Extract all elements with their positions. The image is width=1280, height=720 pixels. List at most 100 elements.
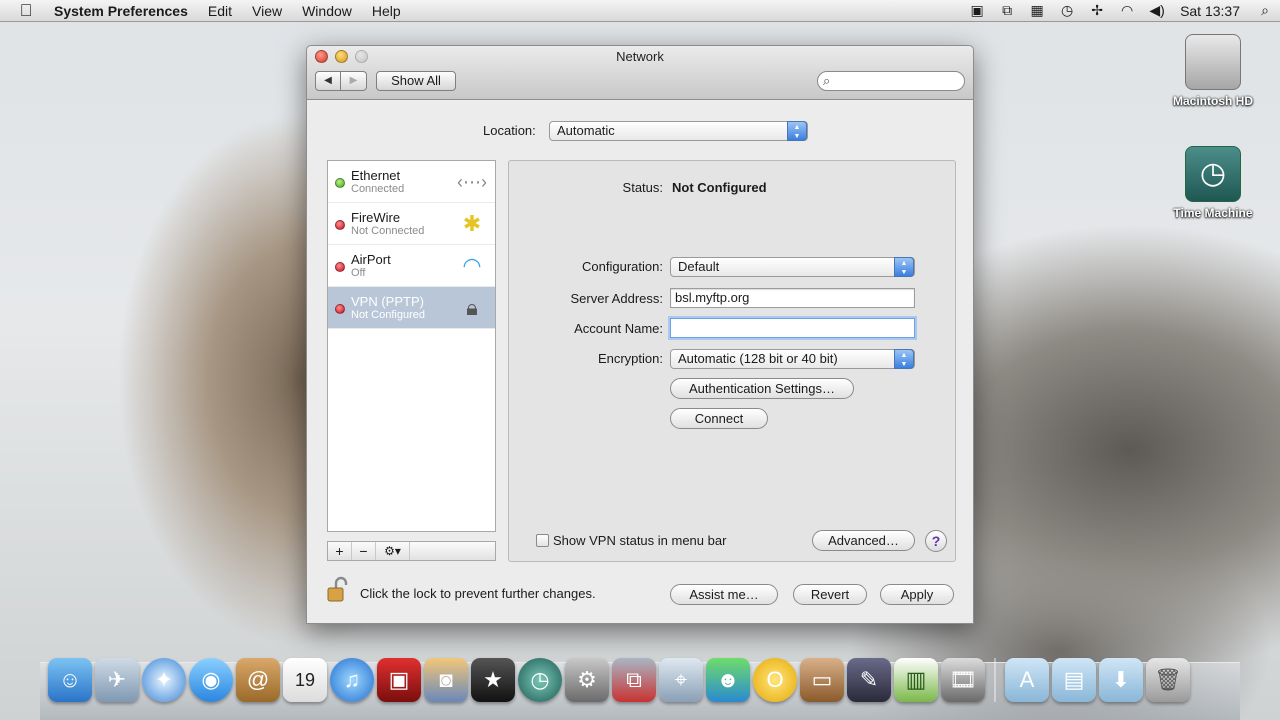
time-machine-icon[interactable]: ◷	[518, 658, 562, 702]
authentication-settings-button[interactable]: Authentication Settings…	[670, 378, 854, 399]
wifi-icon: ◠	[462, 253, 482, 278]
assist-me-button[interactable]: Assist me…	[670, 584, 778, 605]
dock-items: ☺ ✈ ✦ ◉ @ 19 ♫ ▣ ◙ ★ ◷ ⚙ ⧉ ⌖ ☻ O ▭ ✎ ▥ 🎞…	[48, 658, 1190, 702]
dock-separator	[994, 658, 996, 702]
service-item-ethernet[interactable]: Ethernet Connected ‹⋯›	[328, 161, 495, 203]
documents-folder-icon[interactable]: ▤	[1052, 658, 1096, 702]
window-titlebar[interactable]: Network ◀ ▶ Show All ⌕	[307, 46, 973, 100]
hard-drive-icon	[1185, 34, 1241, 90]
status-dot-red	[335, 304, 345, 314]
vmware-icon[interactable]: ⧉	[612, 658, 656, 702]
iphoto-icon[interactable]: ◙	[424, 658, 468, 702]
forward-arrow-icon[interactable]: ▶	[341, 71, 367, 91]
ichat-icon[interactable]: ◉	[189, 658, 233, 702]
photo-booth-icon[interactable]: ▣	[377, 658, 421, 702]
desktop-icon-time-machine[interactable]: ◷ Time Machine	[1158, 146, 1268, 220]
popup-arrows-icon: ▲ ▼	[787, 121, 807, 141]
address-book-icon[interactable]: @	[236, 658, 280, 702]
grid-icon[interactable]: ▦	[1022, 2, 1052, 19]
popup-arrows-icon: ▲ ▼	[894, 349, 914, 369]
menu-edit[interactable]: Edit	[198, 0, 242, 22]
video-converter-icon[interactable]: 🎞︎	[941, 658, 985, 702]
popup-arrows-icon: ▲ ▼	[894, 257, 914, 277]
location-label: Location:	[483, 123, 536, 138]
desktop-icon-label: Macintosh HD	[1172, 94, 1253, 108]
remove-service-button[interactable]: −	[352, 542, 376, 560]
back-arrow-icon[interactable]: ◀	[315, 71, 341, 91]
calendar-icon[interactable]: 19	[283, 658, 327, 702]
menu-app-name[interactable]: System Preferences	[52, 0, 198, 22]
service-list-toolbar: + − ⚙▾	[327, 541, 496, 561]
search-input[interactable]	[838, 74, 956, 88]
firewire-icon: ✱	[462, 211, 482, 236]
opera-icon[interactable]: O	[753, 658, 797, 702]
finder-icon[interactable]: ☺	[48, 658, 92, 702]
network-utility-icon[interactable]: ⌖	[659, 658, 703, 702]
status-value: Not Configured	[672, 180, 767, 195]
spotlight-search-icon[interactable]: ⌕	[1250, 2, 1280, 19]
add-service-button[interactable]: +	[328, 542, 352, 560]
bluetooth-icon[interactable]: ✢	[1082, 2, 1112, 19]
service-list[interactable]: Ethernet Connected ‹⋯› FireWire Not Conn…	[327, 160, 496, 532]
ethernet-icon: ‹⋯›	[457, 172, 487, 192]
desktop-icon-macintosh-hd[interactable]: Macintosh HD	[1158, 34, 1268, 108]
volume-icon[interactable]: ◀)	[1142, 2, 1172, 19]
location-value: Automatic	[557, 123, 615, 138]
messenger-icon[interactable]: ☻	[706, 658, 750, 702]
keynote-icon[interactable]: ▭	[800, 658, 844, 702]
show-all-button[interactable]: Show All	[376, 71, 456, 91]
apple-menu-icon[interactable]: 	[0, 1, 52, 21]
wifi-icon[interactable]: ◠	[1112, 2, 1142, 19]
window-title: Network	[616, 49, 664, 64]
menu-view[interactable]: View	[242, 0, 292, 22]
show-vpn-status-checkbox[interactable]	[536, 534, 549, 547]
time-machine-icon[interactable]: ◷	[1052, 2, 1082, 19]
menu-window[interactable]: Window	[292, 0, 362, 22]
advanced-button[interactable]: Advanced…	[812, 530, 915, 551]
service-item-firewire[interactable]: FireWire Not Connected ✱	[328, 203, 495, 245]
apply-button[interactable]: Apply	[880, 584, 954, 605]
numbers-icon[interactable]: ▥	[894, 658, 938, 702]
menu-clock[interactable]: Sat 13:37	[1172, 3, 1250, 19]
lock-icon: 🔒︎	[466, 295, 478, 320]
service-item-airport[interactable]: AirPort Off ◠	[328, 245, 495, 287]
service-item-vpn-pptp[interactable]: VPN (PPTP) Not Configured 🔒︎	[328, 287, 495, 329]
menu-help[interactable]: Help	[362, 0, 411, 22]
configuration-value: Default	[678, 259, 720, 274]
revert-button[interactable]: Revert	[793, 584, 867, 605]
service-name: FireWire	[351, 210, 401, 225]
service-name: Ethernet	[351, 168, 401, 183]
account-name-field[interactable]	[670, 318, 915, 338]
lock-message: Click the lock to prevent further change…	[360, 586, 596, 601]
imovie-icon[interactable]: ★	[471, 658, 515, 702]
status-dot-green	[335, 178, 345, 188]
configuration-popup[interactable]: Default ▲ ▼	[670, 257, 915, 277]
location-popup[interactable]: Automatic ▲ ▼	[549, 121, 808, 141]
sync-icon[interactable]: ⧉	[992, 2, 1022, 19]
help-button[interactable]: ?	[925, 530, 947, 552]
padlock-open-icon[interactable]	[327, 576, 349, 602]
vpn-detail-pane: Status: Not Configured Configuration: De…	[508, 160, 956, 562]
service-status: Not Configured	[351, 309, 425, 321]
system-preferences-icon[interactable]: ⚙	[565, 658, 609, 702]
configuration-label: Configuration:	[582, 259, 663, 274]
mail-icon[interactable]: ✈	[95, 658, 139, 702]
itunes-icon[interactable]: ♫	[330, 658, 374, 702]
gear-icon[interactable]: ⚙▾	[376, 542, 410, 560]
encryption-value: Automatic (128 bit or 40 bit)	[678, 351, 838, 366]
applications-folder-icon[interactable]: A	[1005, 658, 1049, 702]
service-status: Connected	[351, 183, 405, 195]
status-dot-red	[335, 220, 345, 230]
search-field[interactable]: ⌕	[817, 71, 965, 91]
menu-bar:  System Preferences Edit View Window He…	[0, 0, 1280, 22]
show-vpn-status-label[interactable]: Show VPN status in menu bar	[553, 533, 726, 548]
encryption-popup[interactable]: Automatic (128 bit or 40 bit) ▲ ▼	[670, 349, 915, 369]
connect-button[interactable]: Connect	[670, 408, 768, 429]
safari-icon[interactable]: ✦	[142, 658, 186, 702]
downloads-folder-icon[interactable]: ⬇	[1099, 658, 1143, 702]
back-forward-control: ◀ ▶	[315, 71, 367, 91]
server-address-field[interactable]: bsl.myftp.org	[670, 288, 915, 308]
screen-record-icon[interactable]: ▣	[962, 2, 992, 19]
trash-icon[interactable]: 🗑︎	[1146, 658, 1190, 702]
pixelmator-icon[interactable]: ✎	[847, 658, 891, 702]
